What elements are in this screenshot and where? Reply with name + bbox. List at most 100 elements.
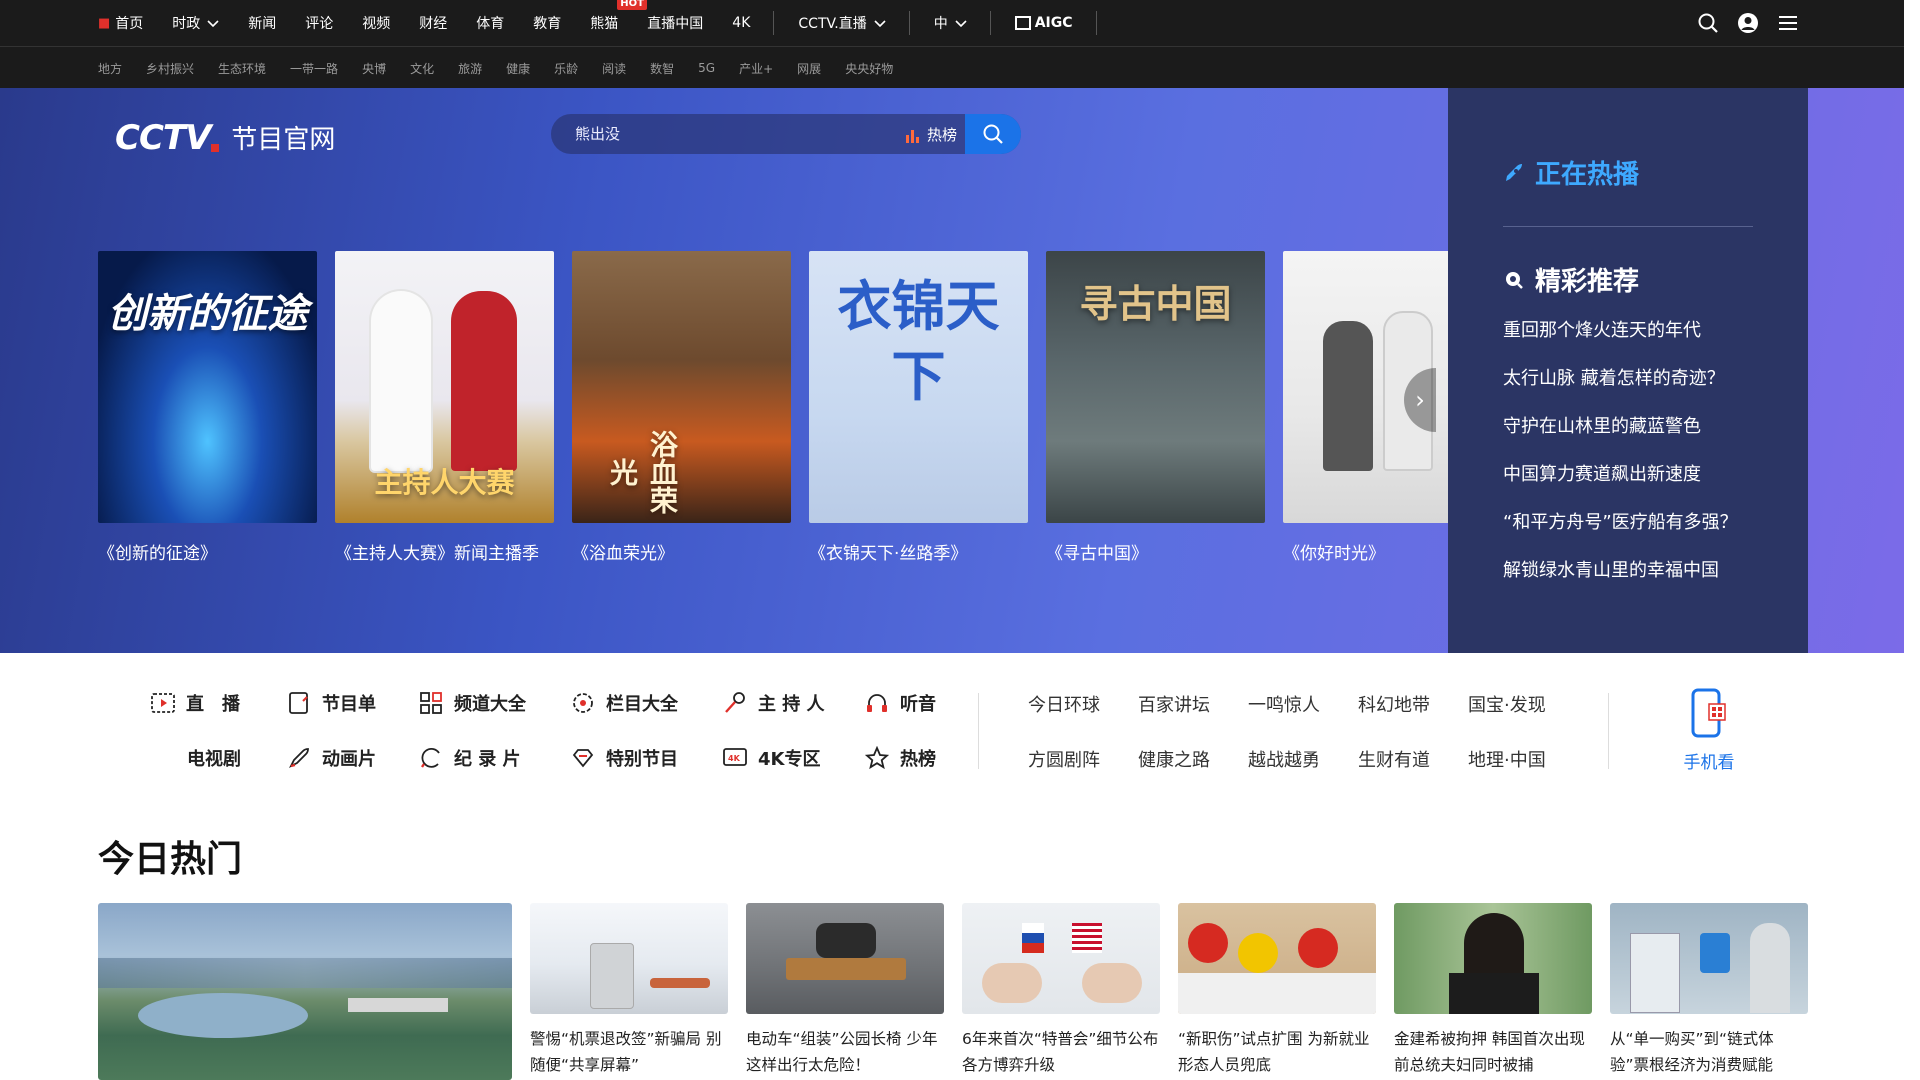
subnav-item[interactable]: 央央好物	[845, 60, 893, 77]
nav-item-politics[interactable]: 时政	[172, 13, 219, 33]
aigc-link[interactable]: AIGC	[1014, 15, 1073, 31]
shortcut-animation[interactable]: 动画片	[286, 745, 376, 771]
subnav-item[interactable]: 数智	[650, 60, 674, 77]
news-thumb	[746, 903, 944, 1014]
shortcut-hosts[interactable]: 主 持 人	[722, 690, 825, 716]
hot-now-heading[interactable]: 正在热播	[1503, 154, 1639, 191]
shortcut-special[interactable]: 特别节目	[570, 745, 678, 771]
nav-item-comment[interactable]: 评论	[305, 13, 333, 33]
subnav-item[interactable]: 乡村振兴	[146, 60, 194, 77]
list-item[interactable]: 守护在山林里的藏蓝警色	[1503, 412, 1738, 460]
subnav-item[interactable]: 网展	[797, 60, 821, 77]
nav-item-live-china[interactable]: 直播中国	[647, 13, 703, 33]
nav-item-4k[interactable]: 4K	[732, 15, 750, 31]
list-item[interactable]: “和平方舟号”医疗船有多强？	[1503, 508, 1738, 556]
subnav-item[interactable]: 生态环境	[218, 60, 266, 77]
mobile-qr-icon	[1691, 688, 1726, 738]
program-link[interactable]: 今日环球	[1028, 691, 1100, 717]
card-caption: 《创新的征途》	[98, 544, 217, 564]
card-caption: 《你好时光》	[1283, 544, 1385, 564]
poster-image: 主持人大赛	[335, 251, 554, 523]
user-icon[interactable]	[1736, 11, 1760, 35]
nav-item-home[interactable]: ■ 首页	[98, 13, 143, 33]
hot-badge: HOT	[617, 0, 647, 10]
news-card[interactable]: 从“单一购买”到“链式体验”票根经济为消费赋能	[1610, 903, 1808, 1078]
news-card[interactable]: 金建希被拘押 韩国首次出现前总统夫妇同时被捕	[1394, 903, 1592, 1078]
list-item[interactable]: 中国算力赛道飙出新速度	[1503, 460, 1738, 508]
news-card[interactable]: 警惕“机票退改签”新骗局 别随便“共享屏幕”	[530, 903, 728, 1078]
shortcut-4k[interactable]: 4K 4K专区	[722, 745, 820, 771]
chevron-down-icon	[955, 20, 967, 28]
subnav-item[interactable]: 旅游	[458, 60, 482, 77]
shortcut-divider	[978, 693, 979, 769]
shortcut-documentary[interactable]: 纪 录 片	[418, 745, 521, 771]
news-thumb	[530, 903, 728, 1014]
nav-item-news[interactable]: 新闻	[248, 13, 276, 33]
recommend-heading: 精彩推荐	[1503, 261, 1639, 298]
card-caption: 《寻古中国》	[1046, 544, 1148, 564]
hot-rank-link[interactable]: 热榜	[905, 124, 957, 145]
subnav-item[interactable]: 乐龄	[554, 60, 578, 77]
news-card[interactable]: “新职伤”试点扩围 为新就业形态人员兜底	[1178, 903, 1376, 1078]
section-title: 今日热门	[98, 839, 243, 880]
program-link[interactable]: 百家讲坛	[1138, 691, 1210, 717]
shortcut-hot-rank[interactable]: 热榜	[864, 745, 936, 771]
featured-card[interactable]: 主持人大赛 《主持人大赛》新闻主播季	[335, 251, 554, 564]
search-button[interactable]	[965, 114, 1021, 154]
subnav-item[interactable]: 5G	[698, 61, 715, 75]
program-link[interactable]: 生财有道	[1358, 746, 1430, 772]
program-link[interactable]: 越战越勇	[1248, 746, 1320, 772]
nav-item-education[interactable]: 教育	[533, 13, 561, 33]
shortcut-audio[interactable]: 听音	[864, 690, 936, 716]
nav-item-finance[interactable]: 财经	[419, 13, 447, 33]
subnav-item[interactable]: 健康	[506, 60, 530, 77]
shortcut-live[interactable]: 直 播	[150, 690, 240, 716]
live-tv-icon	[150, 690, 176, 716]
subnav-item[interactable]: 一带一路	[290, 60, 338, 77]
featured-card[interactable]: 寻古中国 《寻古中国》	[1046, 251, 1265, 564]
nav-item-sports[interactable]: 体育	[476, 13, 504, 33]
program-link[interactable]: 国宝·发现	[1468, 691, 1546, 717]
shortcut-columns[interactable]: 栏目大全	[570, 690, 678, 716]
news-card[interactable]: 电动车“组装”公园长椅 少年这样出行太危险！	[746, 903, 944, 1078]
featured-card[interactable]: 浴血荣光 《浴血荣光》	[572, 251, 791, 564]
nav-item-cctv-live[interactable]: CCTV.直播	[798, 13, 886, 33]
search-icon[interactable]	[1696, 11, 1720, 35]
subnav-item[interactable]: 阅读	[602, 60, 626, 77]
nav-item-video[interactable]: 视频	[362, 13, 390, 33]
mobile-watch-button[interactable]: 手机看	[1680, 688, 1738, 773]
list-item[interactable]: 解锁绿水青山里的幸福中国	[1503, 556, 1738, 604]
search-input[interactable]	[575, 114, 875, 154]
language-switch[interactable]: 中	[934, 13, 967, 33]
news-thumb	[1394, 903, 1592, 1014]
subnav-item[interactable]: 产业+	[739, 60, 773, 77]
hero-section: CCTV 节目官网 热榜 创新的征途 《创新的征途》 主持人大赛 《主持人大赛》…	[0, 88, 1904, 653]
featured-news-image[interactable]	[98, 903, 512, 1080]
featured-card[interactable]: 衣锦天下 《衣锦天下·丝路季》	[809, 251, 1028, 564]
search-bar: 热榜	[551, 114, 1021, 154]
subnav-item[interactable]: 央博	[362, 60, 386, 77]
shortcut-schedule[interactable]: 节目单	[286, 690, 376, 716]
program-link[interactable]: 地理·中国	[1468, 746, 1546, 772]
nav-divider	[1095, 11, 1097, 35]
subnav-item[interactable]: 文化	[410, 60, 434, 77]
top-nav: ■ 首页 时政 新闻 评论 视频 财经 体育 教育 熊猫 HOT 直播中国 4K C…	[0, 0, 1904, 46]
headphones-icon	[864, 690, 890, 716]
nav-divider	[908, 11, 910, 35]
program-link[interactable]: 方圆剧阵	[1028, 746, 1100, 772]
program-link[interactable]: 一鸣惊人	[1248, 691, 1320, 717]
news-card[interactable]: 6年来首次“特普会”细节公布 各方博弈升级	[962, 903, 1160, 1078]
program-link[interactable]: 健康之路	[1138, 746, 1210, 772]
featured-card[interactable]: 创新的征途 《创新的征途》	[98, 251, 317, 564]
nav-item-panda[interactable]: 熊猫 HOT	[590, 0, 647, 33]
subnav-item[interactable]: 地方	[98, 60, 122, 77]
shortcut-tv-drama[interactable]: 电视剧	[187, 745, 241, 771]
cctv-logo[interactable]: CCTV 节目官网	[115, 118, 335, 158]
shortcut-channels[interactable]: 频道大全	[418, 690, 526, 716]
program-link[interactable]: 科幻地带	[1358, 691, 1430, 717]
poster-image: 浴血荣光	[572, 251, 791, 523]
list-item[interactable]: 重回那个烽火连天的年代	[1503, 316, 1738, 364]
list-item[interactable]: 太行山脉 藏着怎样的奇迹？	[1503, 364, 1738, 412]
menu-icon[interactable]	[1776, 11, 1800, 35]
star-icon	[864, 745, 890, 771]
